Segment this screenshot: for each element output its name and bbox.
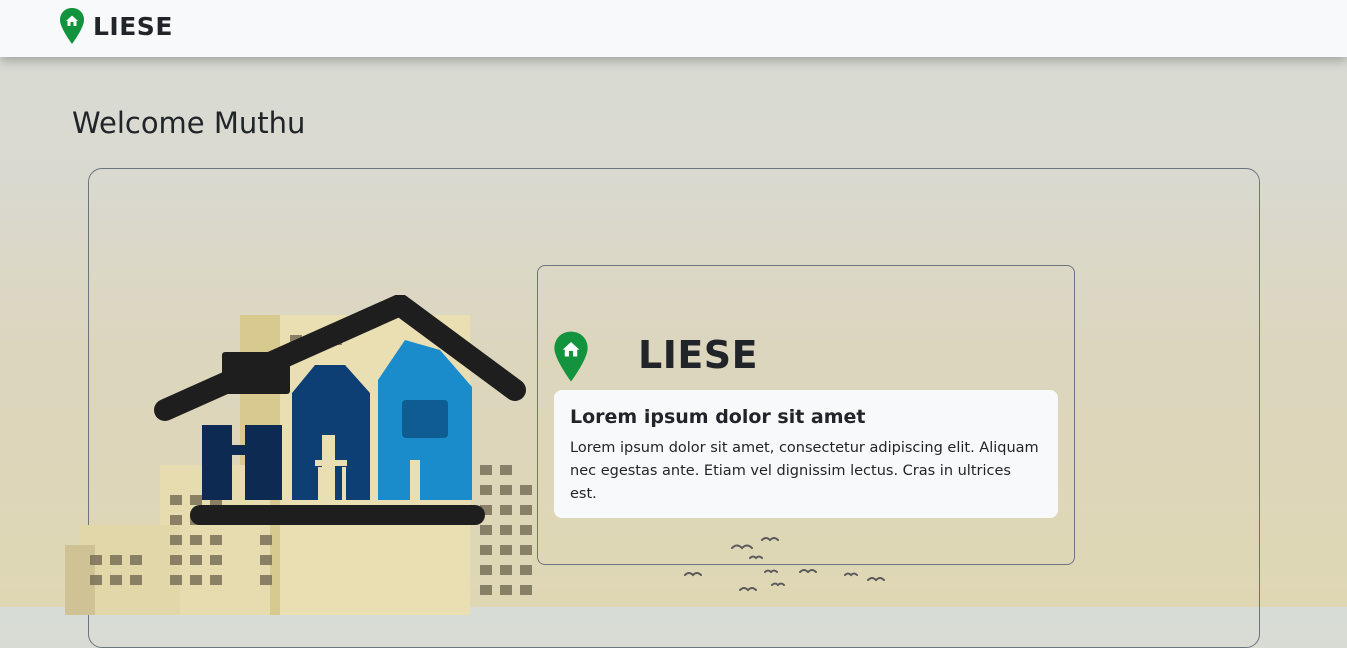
navbar-brand[interactable]: LIESE <box>59 7 173 45</box>
house-tools-logo <box>65 295 532 615</box>
map-pin-house-icon <box>554 331 588 382</box>
welcome-heading: Welcome Muthu <box>72 106 306 140</box>
navbar: LIESE <box>0 0 1347 57</box>
birds-decoration <box>684 537 885 592</box>
map-pin-house-icon <box>60 8 84 44</box>
card-brand-logo <box>553 329 589 384</box>
card-brand-text: LIESE <box>638 333 759 377</box>
navbar-brand-text: LIESE <box>93 11 173 41</box>
info-title: Lorem ipsum dolor sit amet <box>570 406 866 428</box>
info-box: Lorem ipsum dolor sit amet Lorem ipsum d… <box>554 390 1058 518</box>
info-text: Lorem ipsum dolor sit amet, consectetur … <box>570 440 1039 502</box>
